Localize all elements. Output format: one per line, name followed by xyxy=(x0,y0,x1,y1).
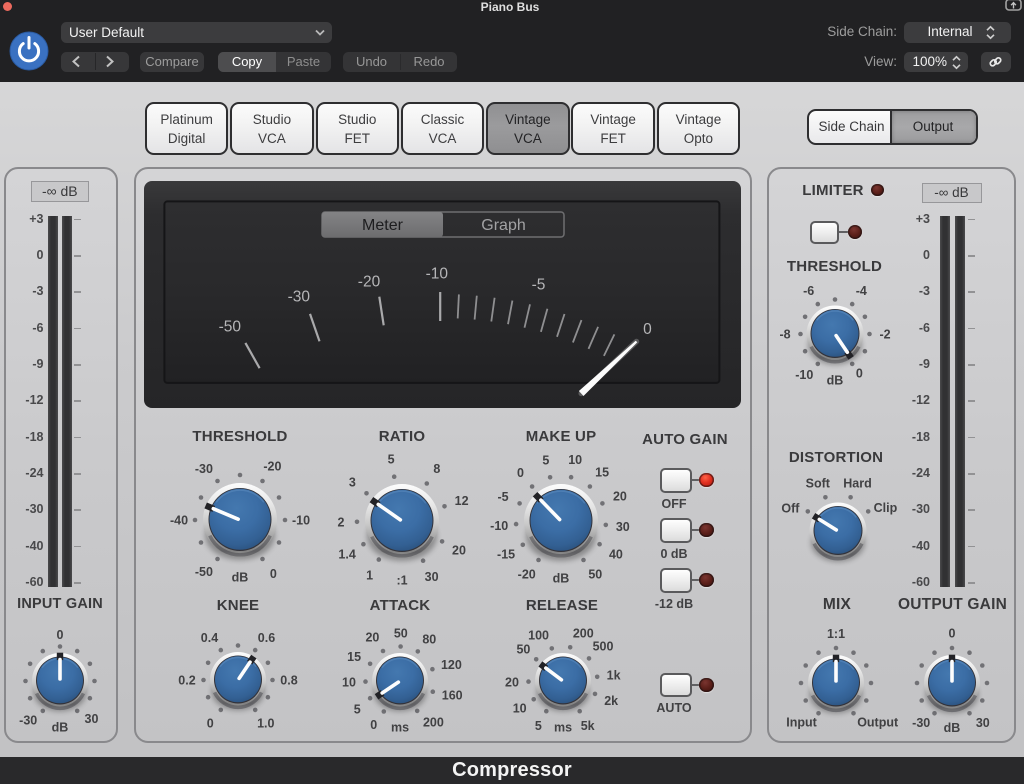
svg-text:5k: 5k xyxy=(581,719,595,733)
svg-text:-50: -50 xyxy=(218,319,241,336)
svg-text:1.0: 1.0 xyxy=(257,716,274,730)
svg-text:dB: dB xyxy=(827,373,844,387)
svg-text:20: 20 xyxy=(505,675,519,689)
svg-text:Input: Input xyxy=(786,715,817,729)
svg-text:5: 5 xyxy=(543,454,550,468)
svg-text:ms: ms xyxy=(391,720,409,734)
svg-text:dB: dB xyxy=(553,572,570,586)
svg-text:50: 50 xyxy=(516,642,530,656)
svg-text:10: 10 xyxy=(569,453,583,467)
svg-text:50: 50 xyxy=(394,626,408,640)
svg-text:0: 0 xyxy=(948,626,955,640)
svg-text:0.6: 0.6 xyxy=(258,631,275,645)
svg-text:-6: -6 xyxy=(803,283,814,297)
svg-text:2k: 2k xyxy=(604,694,618,708)
svg-text:2: 2 xyxy=(338,515,345,529)
svg-text:-5: -5 xyxy=(498,490,509,504)
svg-text:0: 0 xyxy=(643,321,652,338)
svg-text:Off: Off xyxy=(781,501,800,515)
svg-text:10: 10 xyxy=(342,675,356,689)
svg-text:-40: -40 xyxy=(170,514,188,528)
svg-text:Graph: Graph xyxy=(481,217,525,234)
svg-text:8: 8 xyxy=(434,462,441,476)
svg-text:1:1: 1:1 xyxy=(826,627,844,641)
svg-text:200: 200 xyxy=(573,626,594,640)
svg-text:Meter: Meter xyxy=(362,217,404,234)
svg-text:40: 40 xyxy=(609,548,623,562)
svg-text:Soft: Soft xyxy=(805,476,830,490)
svg-text:-4: -4 xyxy=(856,283,867,297)
svg-text:0.2: 0.2 xyxy=(178,674,195,688)
svg-text:-10: -10 xyxy=(292,514,310,528)
svg-text:-50: -50 xyxy=(195,565,213,579)
svg-text:1k: 1k xyxy=(606,668,620,682)
svg-text:dB: dB xyxy=(232,571,249,585)
svg-text:-20: -20 xyxy=(518,568,536,582)
svg-text:0: 0 xyxy=(207,716,214,730)
svg-text:30: 30 xyxy=(84,712,98,726)
svg-text:0: 0 xyxy=(270,567,277,581)
svg-text:0: 0 xyxy=(56,628,63,642)
svg-text:-5: -5 xyxy=(531,276,545,293)
svg-text:-30: -30 xyxy=(195,462,213,476)
svg-text:80: 80 xyxy=(422,632,436,646)
svg-text:-20: -20 xyxy=(358,273,381,290)
svg-text:20: 20 xyxy=(365,630,379,644)
svg-text:-15: -15 xyxy=(497,548,515,562)
svg-text:5: 5 xyxy=(354,702,361,716)
svg-text:120: 120 xyxy=(441,657,462,671)
svg-text:Hard: Hard xyxy=(843,476,871,490)
svg-text:0.4: 0.4 xyxy=(201,631,218,645)
svg-text:500: 500 xyxy=(592,639,613,653)
svg-text:Clip: Clip xyxy=(873,500,897,514)
svg-text:30: 30 xyxy=(425,570,439,584)
svg-text:-10: -10 xyxy=(796,368,814,382)
svg-text:50: 50 xyxy=(589,568,603,582)
svg-text:20: 20 xyxy=(613,490,627,504)
svg-text:160: 160 xyxy=(442,688,463,702)
svg-text:dB: dB xyxy=(51,720,68,734)
svg-text:100: 100 xyxy=(528,628,549,642)
svg-text:-30: -30 xyxy=(19,713,37,727)
svg-text:-30: -30 xyxy=(287,288,310,305)
svg-text:0: 0 xyxy=(856,366,863,380)
svg-text:15: 15 xyxy=(347,650,361,664)
svg-text:5: 5 xyxy=(535,719,542,733)
svg-text:1: 1 xyxy=(367,568,374,582)
svg-text:1.4: 1.4 xyxy=(339,547,356,561)
svg-text:10: 10 xyxy=(513,701,527,715)
svg-text:200: 200 xyxy=(423,715,444,729)
svg-text:30: 30 xyxy=(616,520,630,534)
svg-text:15: 15 xyxy=(596,466,610,480)
svg-text:ms: ms xyxy=(554,720,572,734)
svg-text:-8: -8 xyxy=(780,327,791,341)
svg-text:30: 30 xyxy=(975,716,989,730)
svg-text:0.8: 0.8 xyxy=(280,674,297,688)
svg-text:-10: -10 xyxy=(491,519,509,533)
svg-text:-20: -20 xyxy=(264,460,282,474)
svg-text:-30: -30 xyxy=(912,716,930,730)
svg-text:5: 5 xyxy=(388,452,395,466)
svg-text:12: 12 xyxy=(455,494,469,508)
svg-text:3: 3 xyxy=(349,475,356,489)
svg-text:dB: dB xyxy=(943,721,960,735)
svg-text:20: 20 xyxy=(452,543,466,557)
svg-text:0: 0 xyxy=(370,718,377,732)
svg-text:-10: -10 xyxy=(425,265,448,282)
svg-text:0: 0 xyxy=(517,467,524,481)
svg-text::1: :1 xyxy=(397,573,408,587)
